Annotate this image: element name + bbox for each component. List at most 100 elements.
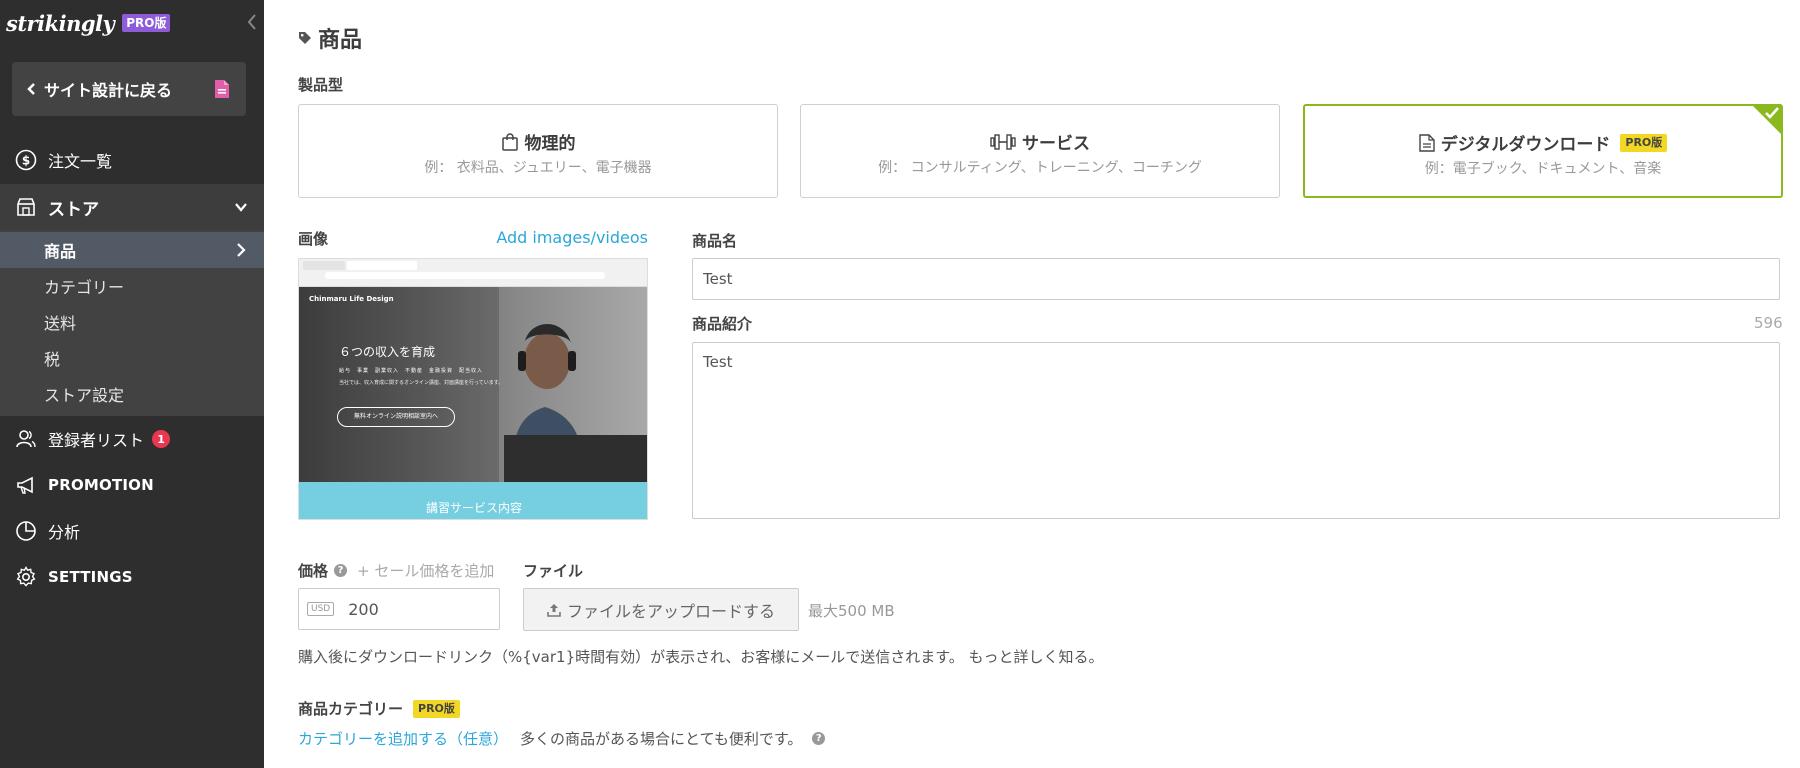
type-card-title-text: サービス bbox=[1022, 134, 1090, 154]
pro-badge: PRO版 bbox=[413, 699, 460, 718]
preview-footer: 講習サービス内容 bbox=[299, 482, 647, 519]
brand: strikingly PRO版 bbox=[6, 8, 171, 38]
chevron-left-icon bbox=[247, 14, 256, 30]
collapse-sidebar-button[interactable] bbox=[244, 12, 260, 32]
nav-orders[interactable]: $ 注文一覧 bbox=[0, 137, 264, 183]
shopping-bag-icon bbox=[501, 132, 518, 151]
pie-chart-icon bbox=[14, 519, 38, 543]
nav-promotion-label: PROMOTION bbox=[48, 476, 154, 494]
preview-subtext: 当社では、収入育成に関するオンライン講座、対面講座を行っています。 bbox=[339, 380, 504, 386]
nav-subscribers[interactable]: 登録者リスト 1 bbox=[0, 416, 264, 462]
nav-settings[interactable]: SETTINGS bbox=[0, 554, 264, 600]
type-card-title-text: デジタルダウンロード bbox=[1440, 135, 1611, 155]
help-icon[interactable]: ? bbox=[812, 732, 826, 745]
upload-icon bbox=[547, 603, 561, 617]
chevron-left-icon bbox=[27, 83, 35, 95]
type-card-desc: 例： 衣料品、ジュエリー、電子機器 bbox=[424, 160, 652, 176]
sidebar-item-label: 商品 bbox=[44, 242, 77, 261]
nav-store[interactable]: ストア bbox=[0, 184, 264, 230]
chevron-right-icon bbox=[237, 243, 246, 257]
description-char-counter: 596 bbox=[1754, 314, 1783, 332]
users-icon bbox=[14, 427, 38, 451]
page-title-text: 商品 bbox=[318, 28, 363, 53]
price-input[interactable]: USD 200 bbox=[298, 588, 500, 630]
document-icon bbox=[1419, 133, 1435, 152]
help-icon[interactable]: ? bbox=[334, 564, 348, 577]
sidebar-item-store-settings[interactable]: ストア設定 bbox=[0, 376, 264, 412]
add-sale-price-link[interactable]: + セール価格を追加 bbox=[357, 560, 494, 581]
price-header: 価格 ? + セール価格を追加 bbox=[298, 560, 494, 581]
store-icon bbox=[14, 195, 38, 219]
sidebar-item-tax[interactable]: 税 bbox=[0, 340, 264, 376]
preview-headline: ６つの収入を育成 bbox=[339, 345, 436, 359]
sidebar-item-products[interactable]: 商品 bbox=[0, 232, 264, 268]
image-header: 画像 Add images/videos bbox=[298, 228, 648, 249]
type-card-title-text: 物理的 bbox=[524, 134, 576, 154]
tag-icon bbox=[299, 32, 311, 44]
file-label: ファイル bbox=[523, 562, 584, 580]
gear-icon bbox=[14, 565, 38, 589]
dumbbell-icon bbox=[990, 133, 1016, 150]
currency-badge: USD bbox=[307, 602, 335, 616]
megaphone-icon bbox=[14, 473, 38, 497]
chevron-down-icon bbox=[235, 203, 247, 212]
nav-orders-label: 注文一覧 bbox=[48, 152, 113, 171]
nav-settings-label: SETTINGS bbox=[48, 568, 133, 586]
type-card-service[interactable]: サービス 例： コンサルティング、トレーニング、コーチング bbox=[800, 104, 1280, 198]
product-image-preview[interactable]: Chinmaru Life Design ６つの収入を育成 給与 事業 副業収入… bbox=[298, 258, 648, 520]
nav-subscribers-label: 登録者リスト bbox=[48, 431, 145, 450]
product-name-label: 商品名 bbox=[692, 232, 738, 250]
product-description-label: 商品紹介 bbox=[692, 315, 753, 333]
type-card-desc: 例： コンサルティング、トレーニング、コーチング bbox=[878, 160, 1202, 176]
product-type-label: 製品型 bbox=[298, 76, 344, 94]
type-card-digital-download[interactable]: デジタルダウンロード PRO版 例：電子ブック、ドキュメント、音楽 bbox=[1303, 104, 1783, 198]
svg-text:$: $ bbox=[22, 154, 30, 168]
sidebar-item-label: カテゴリー bbox=[44, 278, 125, 297]
sidebar-item-shipping[interactable]: 送料 bbox=[0, 304, 264, 340]
pro-badge: PRO版 bbox=[1620, 133, 1668, 152]
store-submenu: 商品 カテゴリー 送料 税 ストア設定 bbox=[0, 230, 264, 416]
sidebar: strikingly PRO版 サイト設計に戻る $ 注文一覧 ストア 商品 カ… bbox=[0, 0, 264, 768]
back-to-site-editor-button[interactable]: サイト設計に戻る bbox=[12, 62, 246, 116]
upload-file-button[interactable]: ファイルをアップロードする bbox=[523, 588, 799, 631]
product-name-input[interactable] bbox=[692, 258, 1780, 300]
product-category-label: 商品カテゴリー bbox=[298, 700, 404, 718]
page-title: 商品 bbox=[298, 22, 362, 54]
type-card-title: デジタルダウンロード PRO版 bbox=[1305, 130, 1781, 155]
preview-tags: 給与 事業 副業収入 不動産 金融投資 配当収入 bbox=[339, 368, 484, 374]
category-row: カテゴリーを追加する（任意） 多くの商品がある場合にとても便利です。 ? bbox=[298, 728, 826, 749]
add-category-link[interactable]: カテゴリーを追加する（任意） bbox=[298, 728, 508, 749]
sidebar-item-label: 税 bbox=[44, 350, 61, 369]
nav-analytics-label: 分析 bbox=[48, 523, 81, 542]
nav-analytics[interactable]: 分析 bbox=[0, 508, 264, 554]
category-hint: 多くの商品がある場合にとても便利です。 bbox=[520, 730, 803, 748]
category-header: 商品カテゴリー PRO版 bbox=[298, 698, 460, 719]
nav-promotion[interactable]: PROMOTION bbox=[0, 462, 264, 508]
strikingly-logo: strikingly bbox=[6, 10, 115, 36]
nav-store-label: ストア bbox=[48, 199, 99, 220]
preview-cta: 無料オンライン説明相談室内へ bbox=[337, 407, 455, 427]
back-button-label: サイト設計に戻る bbox=[44, 81, 173, 100]
price-label: 価格 bbox=[298, 562, 329, 580]
page-icon bbox=[215, 80, 229, 98]
preview-browser-chrome bbox=[299, 259, 647, 287]
image-label: 画像 bbox=[298, 230, 329, 248]
download-note: 購入後にダウンロードリンク（%{var1}時間有効）が表示され、お客様にメールで… bbox=[298, 648, 1104, 666]
preview-site-name: Chinmaru Life Design bbox=[309, 295, 394, 303]
sidebar-item-label: ストア設定 bbox=[44, 386, 125, 405]
type-card-title: サービス bbox=[801, 129, 1279, 154]
sidebar-item-label: 送料 bbox=[44, 314, 77, 333]
pro-badge: PRO版 bbox=[122, 14, 171, 32]
add-images-link[interactable]: Add images/videos bbox=[496, 228, 648, 249]
main-content: 商品 製品型 物理的 例： 衣料品、ジュエリー、電子機器 サービス 例： コンサ… bbox=[264, 0, 1800, 768]
price-value: 200 bbox=[348, 599, 379, 619]
dollar-circle-icon: $ bbox=[14, 148, 38, 172]
product-description-textarea[interactable]: Test bbox=[692, 342, 1780, 519]
type-card-physical[interactable]: 物理的 例： 衣料品、ジュエリー、電子機器 bbox=[298, 104, 778, 198]
type-card-desc: 例：電子ブック、ドキュメント、音楽 bbox=[1424, 161, 1662, 177]
sidebar-item-categories[interactable]: カテゴリー bbox=[0, 268, 264, 304]
upload-button-label: ファイルをアップロードする bbox=[566, 601, 775, 621]
checkmark-icon bbox=[1765, 107, 1779, 119]
subscribers-count-badge: 1 bbox=[152, 430, 171, 448]
max-file-size: 最大500 MB bbox=[808, 602, 895, 620]
